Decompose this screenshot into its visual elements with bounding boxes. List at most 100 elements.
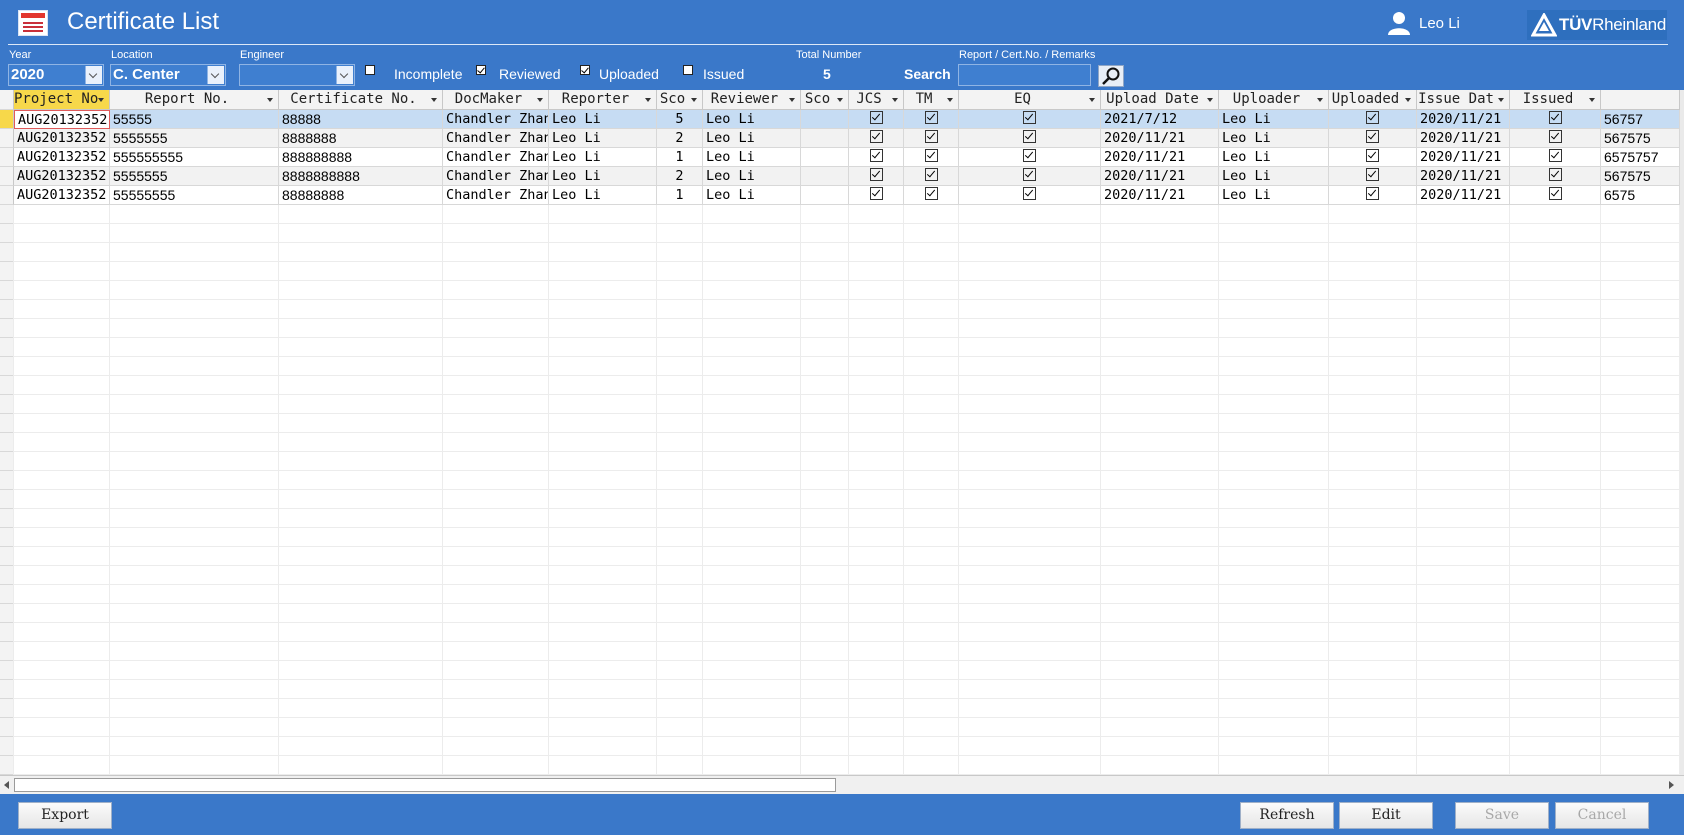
cell-reporter-score[interactable]: 1 — [657, 148, 703, 167]
cell-reviewer[interactable]: Leo Li — [703, 110, 801, 129]
cell-project-no[interactable]: AUG20132352 — [14, 167, 110, 186]
cell-upload-date[interactable]: 2021/7/12 — [1101, 110, 1219, 129]
cell-reporter-score[interactable]: 2 — [657, 167, 703, 186]
cell-upload-date[interactable]: 2020/11/21 — [1101, 129, 1219, 148]
checked-checkbox-icon[interactable] — [1366, 130, 1379, 143]
cell-uploaded[interactable] — [1329, 110, 1417, 129]
checked-checkbox-icon[interactable] — [1023, 168, 1036, 181]
cell-reviewer-score[interactable] — [801, 148, 849, 167]
cell-eq[interactable] — [959, 148, 1101, 167]
checked-checkbox-icon[interactable] — [869, 149, 883, 162]
column-header-reporter-score[interactable]: Sco — [657, 90, 703, 110]
cell-docmaker[interactable]: Chandler Zhang — [443, 167, 549, 186]
checked-checkbox-icon[interactable] — [924, 149, 938, 162]
cell-issue-date[interactable]: 2020/11/21 — [1417, 110, 1510, 129]
checked-checkbox-icon[interactable] — [869, 130, 883, 143]
cell-reporter-score[interactable]: 5 — [657, 110, 703, 129]
checked-checkbox-icon[interactable] — [1548, 168, 1562, 181]
chevron-down-icon[interactable] — [336, 66, 353, 84]
checked-checkbox-icon[interactable] — [1548, 187, 1562, 200]
cell-certificate-no[interactable]: 88888 — [279, 110, 443, 129]
cell-reviewer[interactable]: Leo Li — [703, 167, 801, 186]
cell-reporter[interactable]: Leo Li — [549, 129, 657, 148]
cell-reviewer-score[interactable] — [801, 167, 849, 186]
cell-reporter[interactable]: Leo Li — [549, 148, 657, 167]
cell-eq[interactable] — [959, 129, 1101, 148]
incomplete-checkbox[interactable] — [365, 65, 375, 75]
row-header[interactable] — [0, 148, 14, 167]
cell-upload-date[interactable]: 2020/11/21 — [1101, 167, 1219, 186]
checked-checkbox-icon[interactable] — [1366, 168, 1379, 181]
cell-uploader[interactable]: Leo Li — [1219, 186, 1329, 205]
cell-certificate-no[interactable]: 8888888 — [279, 129, 443, 148]
cell-project-no[interactable]: AUG20132352 — [14, 186, 110, 205]
cell-reporter[interactable]: Leo Li — [549, 186, 657, 205]
cell-issue-date[interactable]: 2020/11/21 — [1417, 167, 1510, 186]
checked-checkbox-icon[interactable] — [869, 187, 883, 200]
cell-report-no[interactable]: 5555555 — [110, 129, 279, 148]
cell-issued[interactable] — [1510, 110, 1601, 129]
cell-jcs[interactable] — [849, 186, 904, 205]
cell-reviewer[interactable]: Leo Li — [703, 129, 801, 148]
column-header-reviewer-score[interactable]: Sco — [801, 90, 849, 110]
column-header-report-no[interactable]: Report No. — [110, 90, 279, 110]
cell-reviewer[interactable]: Leo Li — [703, 148, 801, 167]
cell-upload-date[interactable]: 2020/11/21 — [1101, 148, 1219, 167]
cell-uploaded[interactable] — [1329, 129, 1417, 148]
row-header[interactable] — [0, 167, 14, 186]
save-button[interactable]: Save — [1455, 802, 1549, 829]
cell-issue-date[interactable]: 2020/11/21 — [1417, 129, 1510, 148]
checked-checkbox-icon[interactable] — [1548, 130, 1562, 143]
cell-remarks[interactable]: 56757 — [1601, 110, 1680, 129]
cell-jcs[interactable] — [849, 110, 904, 129]
cell-certificate-no[interactable]: 888888888 — [279, 148, 443, 167]
cell-upload-date[interactable]: 2020/11/21 — [1101, 186, 1219, 205]
cell-reviewer-score[interactable] — [801, 186, 849, 205]
column-header-jcs[interactable]: JCS — [849, 90, 904, 110]
cell-tm[interactable] — [904, 110, 959, 129]
cell-tm[interactable] — [904, 167, 959, 186]
chevron-down-icon[interactable] — [85, 66, 102, 84]
checked-checkbox-icon[interactable] — [1366, 187, 1379, 200]
cell-jcs[interactable] — [849, 148, 904, 167]
column-header-issue-date[interactable]: Issue Dat — [1417, 90, 1510, 110]
reviewed-checkbox[interactable] — [476, 65, 486, 75]
cancel-button[interactable]: Cancel — [1555, 802, 1649, 829]
column-header-uploaded[interactable]: Uploaded — [1329, 90, 1417, 110]
cell-tm[interactable] — [904, 148, 959, 167]
cell-uploader[interactable]: Leo Li — [1219, 167, 1329, 186]
cell-report-no[interactable]: 55555555 — [110, 186, 279, 205]
column-header-issued[interactable]: Issued — [1510, 90, 1601, 110]
scroll-right-icon[interactable] — [1669, 781, 1674, 789]
cell-issue-date[interactable]: 2020/11/21 — [1417, 148, 1510, 167]
cell-issued[interactable] — [1510, 129, 1601, 148]
cell-issued[interactable] — [1510, 148, 1601, 167]
checked-checkbox-icon[interactable] — [1023, 111, 1036, 124]
checked-checkbox-icon[interactable] — [1023, 187, 1036, 200]
cell-uploaded[interactable] — [1329, 186, 1417, 205]
cell-uploader[interactable]: Leo Li — [1219, 110, 1329, 129]
corner-cell[interactable] — [0, 90, 14, 110]
checked-checkbox-icon[interactable] — [1366, 111, 1379, 124]
year-select[interactable]: 2020 — [8, 64, 104, 86]
cell-tm[interactable] — [904, 129, 959, 148]
certificate-table[interactable]: Project No Report No. Certificate No. DocMa… — [0, 90, 1684, 793]
column-header-reporter[interactable]: Reporter — [549, 90, 657, 110]
cell-uploaded[interactable] — [1329, 167, 1417, 186]
cell-eq[interactable] — [959, 167, 1101, 186]
cell-project-no[interactable]: AUG20132352 — [14, 148, 110, 167]
cell-certificate-no[interactable]: 8888888888 — [279, 167, 443, 186]
checked-checkbox-icon[interactable] — [1548, 111, 1562, 124]
column-header-reviewer[interactable]: Reviewer — [703, 90, 801, 110]
cell-docmaker[interactable]: Chandler Zhang — [443, 129, 549, 148]
cell-jcs[interactable] — [849, 167, 904, 186]
cell-jcs[interactable] — [849, 129, 904, 148]
row-header[interactable] — [0, 110, 14, 129]
row-header[interactable] — [0, 129, 14, 148]
cell-report-no[interactable]: 555555555 — [110, 148, 279, 167]
checked-checkbox-icon[interactable] — [924, 168, 938, 181]
cell-reviewer[interactable]: Leo Li — [703, 186, 801, 205]
cell-issued[interactable] — [1510, 167, 1601, 186]
checked-checkbox-icon[interactable] — [1023, 149, 1036, 162]
cell-docmaker[interactable]: Chandler Zhang — [443, 148, 549, 167]
